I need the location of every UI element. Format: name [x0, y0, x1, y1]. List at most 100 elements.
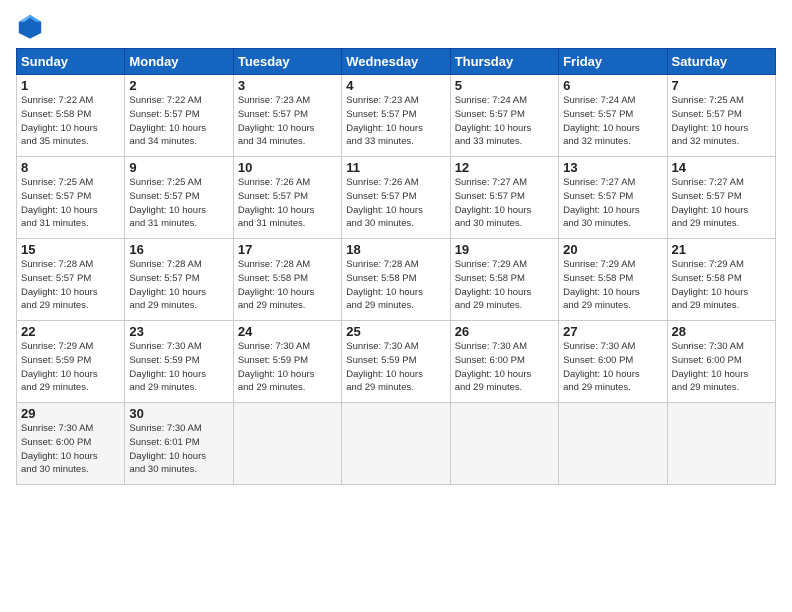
weekday-header-monday: Monday [125, 49, 233, 75]
calendar-cell: 14Sunrise: 7:27 AM Sunset: 5:57 PM Dayli… [667, 157, 775, 239]
calendar-cell: 1Sunrise: 7:22 AM Sunset: 5:58 PM Daylig… [17, 75, 125, 157]
day-number: 18 [346, 242, 445, 257]
calendar-header: SundayMondayTuesdayWednesdayThursdayFrid… [17, 49, 776, 75]
calendar-cell: 6Sunrise: 7:24 AM Sunset: 5:57 PM Daylig… [559, 75, 667, 157]
calendar-cell: 27Sunrise: 7:30 AM Sunset: 6:00 PM Dayli… [559, 321, 667, 403]
day-info: Sunrise: 7:26 AM Sunset: 5:57 PM Dayligh… [346, 176, 445, 231]
calendar-cell: 20Sunrise: 7:29 AM Sunset: 5:58 PM Dayli… [559, 239, 667, 321]
logo-icon [16, 12, 44, 40]
calendar-cell: 30Sunrise: 7:30 AM Sunset: 6:01 PM Dayli… [125, 403, 233, 485]
day-info: Sunrise: 7:22 AM Sunset: 5:58 PM Dayligh… [21, 94, 120, 149]
weekday-header-row: SundayMondayTuesdayWednesdayThursdayFrid… [17, 49, 776, 75]
day-number: 30 [129, 406, 228, 421]
calendar-cell: 2Sunrise: 7:22 AM Sunset: 5:57 PM Daylig… [125, 75, 233, 157]
calendar-cell: 23Sunrise: 7:30 AM Sunset: 5:59 PM Dayli… [125, 321, 233, 403]
day-info: Sunrise: 7:27 AM Sunset: 5:57 PM Dayligh… [672, 176, 771, 231]
day-info: Sunrise: 7:26 AM Sunset: 5:57 PM Dayligh… [238, 176, 337, 231]
day-info: Sunrise: 7:27 AM Sunset: 5:57 PM Dayligh… [563, 176, 662, 231]
day-number: 2 [129, 78, 228, 93]
calendar-cell [667, 403, 775, 485]
day-number: 28 [672, 324, 771, 339]
weekday-header-sunday: Sunday [17, 49, 125, 75]
day-number: 24 [238, 324, 337, 339]
day-info: Sunrise: 7:24 AM Sunset: 5:57 PM Dayligh… [563, 94, 662, 149]
day-number: 11 [346, 160, 445, 175]
week-row-2: 15Sunrise: 7:28 AM Sunset: 5:57 PM Dayli… [17, 239, 776, 321]
day-number: 21 [672, 242, 771, 257]
calendar-cell: 29Sunrise: 7:30 AM Sunset: 6:00 PM Dayli… [17, 403, 125, 485]
calendar-cell: 7Sunrise: 7:25 AM Sunset: 5:57 PM Daylig… [667, 75, 775, 157]
calendar-cell: 21Sunrise: 7:29 AM Sunset: 5:58 PM Dayli… [667, 239, 775, 321]
day-info: Sunrise: 7:30 AM Sunset: 5:59 PM Dayligh… [238, 340, 337, 395]
calendar-cell: 28Sunrise: 7:30 AM Sunset: 6:00 PM Dayli… [667, 321, 775, 403]
day-number: 29 [21, 406, 120, 421]
day-info: Sunrise: 7:29 AM Sunset: 5:58 PM Dayligh… [672, 258, 771, 313]
day-number: 20 [563, 242, 662, 257]
weekday-header-saturday: Saturday [667, 49, 775, 75]
calendar-cell: 9Sunrise: 7:25 AM Sunset: 5:57 PM Daylig… [125, 157, 233, 239]
day-number: 12 [455, 160, 554, 175]
calendar-cell [342, 403, 450, 485]
calendar-cell: 22Sunrise: 7:29 AM Sunset: 5:59 PM Dayli… [17, 321, 125, 403]
week-row-4: 29Sunrise: 7:30 AM Sunset: 6:00 PM Dayli… [17, 403, 776, 485]
day-number: 25 [346, 324, 445, 339]
day-number: 3 [238, 78, 337, 93]
logo [16, 12, 48, 40]
day-info: Sunrise: 7:28 AM Sunset: 5:57 PM Dayligh… [129, 258, 228, 313]
day-info: Sunrise: 7:23 AM Sunset: 5:57 PM Dayligh… [238, 94, 337, 149]
day-info: Sunrise: 7:23 AM Sunset: 5:57 PM Dayligh… [346, 94, 445, 149]
day-number: 19 [455, 242, 554, 257]
week-row-0: 1Sunrise: 7:22 AM Sunset: 5:58 PM Daylig… [17, 75, 776, 157]
calendar-cell: 8Sunrise: 7:25 AM Sunset: 5:57 PM Daylig… [17, 157, 125, 239]
weekday-header-tuesday: Tuesday [233, 49, 341, 75]
calendar-cell: 5Sunrise: 7:24 AM Sunset: 5:57 PM Daylig… [450, 75, 558, 157]
weekday-header-thursday: Thursday [450, 49, 558, 75]
calendar-cell: 18Sunrise: 7:28 AM Sunset: 5:58 PM Dayli… [342, 239, 450, 321]
day-number: 7 [672, 78, 771, 93]
day-info: Sunrise: 7:30 AM Sunset: 6:00 PM Dayligh… [21, 422, 120, 477]
calendar-cell: 24Sunrise: 7:30 AM Sunset: 5:59 PM Dayli… [233, 321, 341, 403]
calendar-cell: 11Sunrise: 7:26 AM Sunset: 5:57 PM Dayli… [342, 157, 450, 239]
day-info: Sunrise: 7:30 AM Sunset: 5:59 PM Dayligh… [129, 340, 228, 395]
calendar-body: 1Sunrise: 7:22 AM Sunset: 5:58 PM Daylig… [17, 75, 776, 485]
calendar-cell: 12Sunrise: 7:27 AM Sunset: 5:57 PM Dayli… [450, 157, 558, 239]
day-number: 8 [21, 160, 120, 175]
day-number: 10 [238, 160, 337, 175]
calendar-cell: 3Sunrise: 7:23 AM Sunset: 5:57 PM Daylig… [233, 75, 341, 157]
weekday-header-wednesday: Wednesday [342, 49, 450, 75]
calendar-cell: 25Sunrise: 7:30 AM Sunset: 5:59 PM Dayli… [342, 321, 450, 403]
page: SundayMondayTuesdayWednesdayThursdayFrid… [0, 0, 792, 612]
day-info: Sunrise: 7:24 AM Sunset: 5:57 PM Dayligh… [455, 94, 554, 149]
day-number: 1 [21, 78, 120, 93]
day-number: 15 [21, 242, 120, 257]
day-info: Sunrise: 7:30 AM Sunset: 6:00 PM Dayligh… [455, 340, 554, 395]
calendar-cell [233, 403, 341, 485]
day-number: 6 [563, 78, 662, 93]
day-info: Sunrise: 7:30 AM Sunset: 6:01 PM Dayligh… [129, 422, 228, 477]
day-info: Sunrise: 7:25 AM Sunset: 5:57 PM Dayligh… [129, 176, 228, 231]
day-info: Sunrise: 7:29 AM Sunset: 5:59 PM Dayligh… [21, 340, 120, 395]
day-number: 17 [238, 242, 337, 257]
day-info: Sunrise: 7:28 AM Sunset: 5:57 PM Dayligh… [21, 258, 120, 313]
calendar-cell: 26Sunrise: 7:30 AM Sunset: 6:00 PM Dayli… [450, 321, 558, 403]
day-number: 13 [563, 160, 662, 175]
day-info: Sunrise: 7:30 AM Sunset: 5:59 PM Dayligh… [346, 340, 445, 395]
day-number: 26 [455, 324, 554, 339]
day-info: Sunrise: 7:30 AM Sunset: 6:00 PM Dayligh… [563, 340, 662, 395]
day-number: 23 [129, 324, 228, 339]
day-info: Sunrise: 7:29 AM Sunset: 5:58 PM Dayligh… [455, 258, 554, 313]
calendar-cell [450, 403, 558, 485]
calendar-table: SundayMondayTuesdayWednesdayThursdayFrid… [16, 48, 776, 485]
day-number: 4 [346, 78, 445, 93]
day-info: Sunrise: 7:30 AM Sunset: 6:00 PM Dayligh… [672, 340, 771, 395]
week-row-1: 8 Sunrise: 7:25 AM Sunset: 5:57 PM Daylig… [17, 157, 776, 239]
calendar-cell: 16Sunrise: 7:28 AM Sunset: 5:57 PM Dayli… [125, 239, 233, 321]
day-info: Sunrise: 7:27 AM Sunset: 5:57 PM Dayligh… [455, 176, 554, 231]
calendar-cell: 4Sunrise: 7:23 AM Sunset: 5:57 PM Daylig… [342, 75, 450, 157]
calendar-cell [559, 403, 667, 485]
day-number: 14 [672, 160, 771, 175]
week-row-3: 22Sunrise: 7:29 AM Sunset: 5:59 PM Dayli… [17, 321, 776, 403]
day-number: 5 [455, 78, 554, 93]
calendar-cell: 19Sunrise: 7:29 AM Sunset: 5:58 PM Dayli… [450, 239, 558, 321]
header [16, 12, 776, 40]
